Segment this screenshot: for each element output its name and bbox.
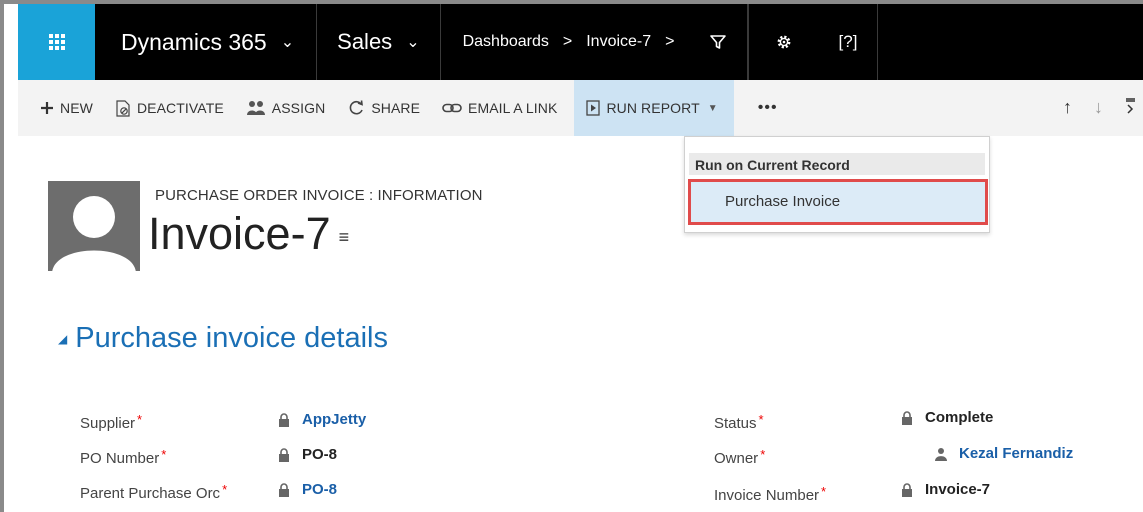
breadcrumb: Dashboards > Invoice-7 > [441, 4, 689, 80]
record-avatar[interactable] [48, 181, 140, 271]
settings-button[interactable] [748, 4, 818, 80]
breadcrumb-invoice[interactable]: Invoice-7 [586, 33, 651, 51]
parent-po-label-text: Parent Purchase Orc [80, 485, 221, 502]
share-icon [347, 99, 365, 117]
chevron-down-icon: ⌄ [406, 34, 420, 51]
deactivate-button[interactable]: DEACTIVATE [104, 80, 235, 136]
more-commands-button[interactable]: ••• [734, 80, 802, 136]
app-label: Sales [337, 29, 393, 54]
invoice-number-label-text: Invoice Number [714, 487, 820, 504]
advanced-find-button[interactable] [688, 4, 749, 80]
settings-gear-icon [777, 35, 791, 49]
invoice-number-label: Invoice Number * [714, 484, 826, 504]
share-label: SHARE [371, 100, 421, 116]
po-number-field[interactable]: PO-8 [278, 446, 337, 463]
required-asterisk: * [222, 482, 228, 497]
help-button[interactable]: [?] [818, 4, 879, 80]
record-name: Invoice-7 [148, 208, 331, 259]
invoice-number-field[interactable]: Invoice-7 [901, 481, 990, 498]
run-report-label: RUN REPORT [606, 100, 700, 116]
brand-menu[interactable]: Dynamics 365 ⌄ [95, 4, 318, 80]
new-button[interactable]: NEW [18, 80, 104, 136]
invoice-number-value: Invoice-7 [925, 481, 991, 498]
chevron-down-icon: ⌄ [280, 34, 295, 51]
arrow-up-icon[interactable]: ↑ [1063, 97, 1072, 120]
required-asterisk: * [758, 412, 764, 427]
record-navigation: ↑ ↓ [1063, 97, 1143, 120]
person-silhouette-icon [52, 196, 136, 271]
app-menu[interactable]: Sales ⌄ [317, 4, 441, 80]
form-selector-icon[interactable]: ≡ [339, 227, 350, 247]
section-header[interactable]: ◢ Purchase invoice details [58, 322, 388, 355]
status-label: Status * [714, 412, 764, 432]
brand-label: Dynamics 365 [121, 28, 267, 55]
purchase-invoice-report-item[interactable]: Purchase Invoice [688, 179, 988, 225]
link-icon [442, 102, 462, 114]
status-value: Complete [925, 409, 994, 426]
section-title-label: Purchase invoice details [75, 322, 388, 354]
po-number-value: PO-8 [302, 446, 338, 463]
breadcrumb-dashboards[interactable]: Dashboards [463, 33, 549, 51]
lock-icon [278, 482, 290, 497]
entity-form-label[interactable]: PURCHASE ORDER INVOICE : INFORMATION [155, 187, 483, 204]
owner-label: Owner * [714, 447, 765, 467]
parent-purchase-order-field[interactable]: PO-8 [278, 481, 337, 498]
collapse-triangle-icon: ◢ [58, 332, 68, 347]
help-icon: [?] [838, 32, 858, 51]
email-link-label: EMAIL A LINK [468, 100, 558, 116]
assign-users-icon [246, 100, 266, 116]
assign-button[interactable]: ASSIGN [235, 80, 337, 136]
assign-label: ASSIGN [271, 100, 326, 116]
supplier-field[interactable]: AppJetty [278, 411, 366, 428]
deactivate-label: DEACTIVATE [136, 100, 224, 116]
status-field[interactable]: Complete [901, 409, 993, 426]
supplier-label-text: Supplier [80, 415, 136, 432]
status-label-text: Status [714, 415, 757, 432]
lock-icon [901, 482, 913, 497]
breadcrumb-separator[interactable]: > [665, 33, 674, 51]
new-label: NEW [60, 100, 93, 116]
owner-value[interactable]: Kezal Fernandiz [959, 445, 1073, 462]
lock-icon [278, 447, 290, 462]
owner-label-text: Owner [714, 450, 759, 467]
app-launcher-button[interactable] [18, 4, 95, 80]
page-title: Invoice-7 ≡ [148, 208, 349, 260]
dropdown-section-header: Run on Current Record [689, 153, 985, 175]
deactivate-icon [115, 99, 131, 117]
ellipsis-icon: ••• [757, 99, 778, 116]
supplier-label: Supplier * [80, 412, 142, 432]
po-number-label-text: PO Number [80, 450, 160, 467]
collapse-icon[interactable] [1125, 97, 1135, 120]
arrow-down-icon[interactable]: ↓ [1094, 97, 1103, 120]
run-report-dropdown: Run on Current Record Purchase Invoice [684, 136, 990, 233]
user-icon [935, 447, 947, 461]
breadcrumb-separator: > [562, 33, 573, 50]
command-bar: NEW DEACTIVATE ASSIGN SHARE EMAIL A LINK… [18, 80, 1143, 136]
parent-po-value[interactable]: PO-8 [302, 481, 337, 498]
top-navigation-bar: Dynamics 365 ⌄ Sales ⌄ Dashboards > Invo… [18, 4, 1143, 80]
required-asterisk: * [137, 412, 143, 427]
share-button[interactable]: SHARE [336, 80, 431, 136]
email-link-button[interactable]: EMAIL A LINK [431, 80, 568, 136]
run-report-button[interactable]: RUN REPORT ▼ [574, 80, 734, 136]
caret-down-icon: ▼ [707, 102, 718, 114]
lock-icon [278, 412, 290, 427]
report-icon [586, 100, 601, 116]
required-asterisk: * [760, 447, 766, 462]
supplier-value[interactable]: AppJetty [302, 411, 366, 428]
waffle-icon [48, 34, 65, 50]
required-asterisk: * [161, 447, 167, 462]
plus-icon [40, 101, 54, 115]
filter-icon [710, 35, 726, 49]
po-number-label: PO Number * [80, 447, 166, 467]
owner-field[interactable]: Kezal Fernandiz [935, 445, 1073, 462]
lock-icon [901, 410, 913, 425]
required-asterisk: * [821, 484, 827, 499]
parent-purchase-order-label: Parent Purchase Orc * [80, 482, 227, 502]
